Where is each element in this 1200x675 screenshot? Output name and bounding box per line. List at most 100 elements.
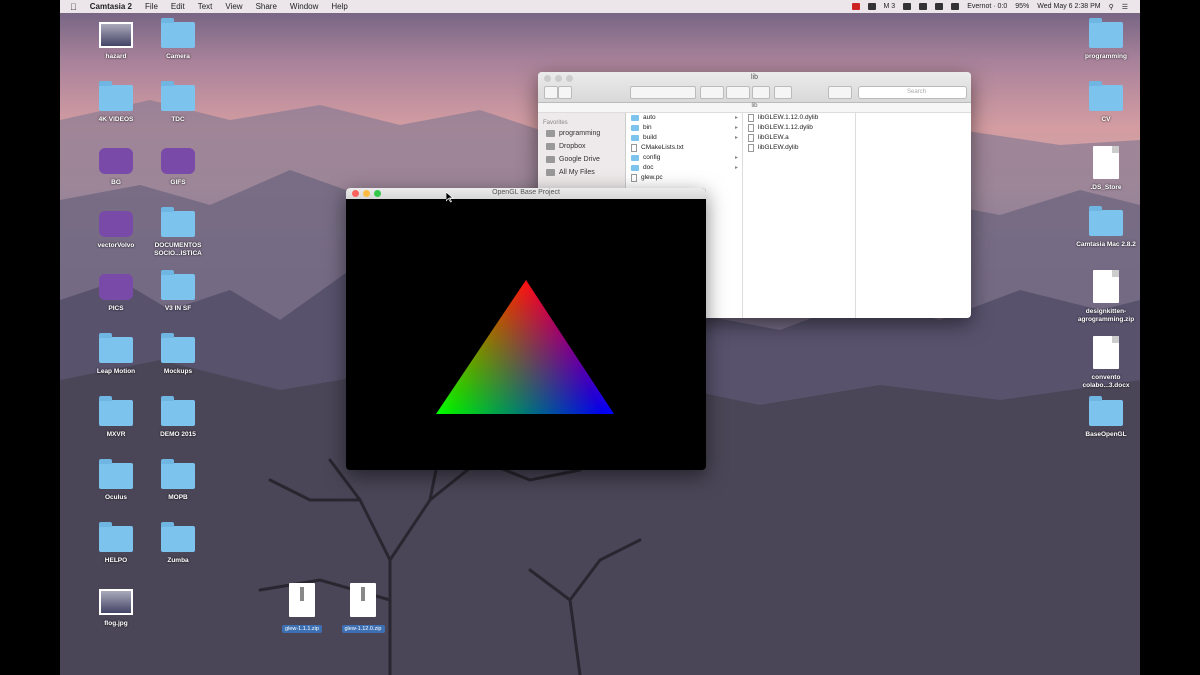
desktop-item[interactable]: HELPO: [84, 522, 148, 565]
menu-text[interactable]: Text: [198, 2, 213, 11]
clock[interactable]: Wed May 6 2:38 PM: [1037, 3, 1100, 10]
finder-row[interactable]: libGLEW.1.12.0.dylib: [743, 113, 855, 123]
desktop-file-glew-1-1-1[interactable]: glew-1.1.1.zip: [277, 583, 327, 635]
back-button[interactable]: [544, 86, 558, 99]
desktop-item[interactable]: convento colabo...3.docx: [1074, 336, 1138, 390]
finder-row[interactable]: config ▸: [626, 153, 742, 163]
opengl-window[interactable]: OpenGL Base Project: [346, 188, 706, 470]
desktop-item[interactable]: 4K VIDEOS: [84, 81, 148, 124]
status-user[interactable]: Evernot · 0:0: [967, 3, 1007, 10]
icon-label: MOPB: [168, 494, 188, 501]
desktop-item[interactable]: Camera: [146, 18, 210, 61]
desktop-item[interactable]: Camtasia Mac 2.8.2: [1074, 206, 1138, 249]
share-button[interactable]: [752, 86, 770, 99]
folder-icon: [1089, 18, 1123, 48]
menu-list-icon[interactable]: ☰: [1122, 3, 1128, 11]
icon-label: PICS: [108, 305, 124, 312]
battery-percent[interactable]: 95%: [1015, 3, 1029, 10]
desktop-item[interactable]: DEMO 2015: [146, 396, 210, 439]
record-icon[interactable]: [851, 3, 860, 10]
desktop-item[interactable]: designkitten-agrogramming.zip: [1074, 270, 1138, 324]
google-drive-icon: [546, 156, 555, 163]
desktop-item[interactable]: Mockups: [146, 333, 210, 376]
view-mode-buttons[interactable]: [630, 86, 696, 99]
desktop-item[interactable]: V3 IN SF: [146, 270, 210, 313]
file-icon: [631, 144, 637, 152]
desktop-item[interactable]: vectorVolvo: [84, 211, 148, 250]
forward-button[interactable]: [558, 86, 572, 99]
desktop-item[interactable]: Leap Motion: [84, 333, 148, 376]
icon-label: CV: [1101, 116, 1111, 123]
menu-help[interactable]: Help: [331, 2, 347, 11]
desktop-file-glew-1-12-0[interactable]: glew-1.12.0.zip: [338, 583, 388, 635]
desktop-item[interactable]: Oculus: [84, 459, 148, 502]
menu-edit[interactable]: Edit: [171, 2, 185, 11]
desktop-item[interactable]: DOCUMENTOS SOCIO...ISTICA: [146, 207, 210, 258]
finder-row[interactable]: libGLEW.a: [743, 133, 855, 143]
desktop:  Camtasia 2 File Edit Text View Share W…: [60, 0, 1140, 675]
menu-window[interactable]: Window: [290, 2, 318, 11]
menu-app-name[interactable]: Camtasia 2: [90, 2, 132, 11]
bluetooth-icon[interactable]: [919, 3, 928, 10]
chevron-right-icon: ▸: [734, 125, 738, 131]
desktop-item[interactable]: PICS: [84, 274, 148, 313]
search-icon[interactable]: ⚲: [1109, 3, 1114, 11]
icon-label: vectorVolvo: [97, 242, 135, 249]
desktop-item[interactable]: BG: [84, 148, 148, 187]
menu-file[interactable]: File: [145, 2, 158, 11]
dropbox-button[interactable]: [828, 86, 852, 99]
notification-icon[interactable]: [867, 3, 876, 10]
sidebar-item-google-drive[interactable]: Google Drive: [546, 156, 625, 163]
finder-row[interactable]: doc ▸: [626, 163, 742, 173]
desktop-item[interactable]: MOPB: [146, 459, 210, 502]
opengl-canvas[interactable]: [346, 199, 706, 470]
sync-icon[interactable]: [903, 3, 912, 10]
desktop-item[interactable]: CV: [1074, 81, 1138, 124]
desktop-item[interactable]: TDC: [146, 81, 210, 124]
search-field[interactable]: Search: [858, 86, 967, 99]
folder-icon: [99, 522, 133, 552]
app-icon: [99, 274, 133, 300]
sidebar-item-programming[interactable]: programming: [546, 130, 625, 137]
folder-icon: [631, 135, 639, 141]
folder-icon: [161, 207, 195, 237]
folder-icon: [546, 130, 555, 137]
folder-icon: [1089, 81, 1123, 111]
desktop-item[interactable]: GIFS: [146, 148, 210, 187]
tags-button[interactable]: [774, 86, 792, 99]
folder-icon: [631, 155, 639, 161]
desktop-item[interactable]: hazard: [84, 22, 148, 61]
desktop-item[interactable]: programming: [1074, 18, 1138, 61]
finder-row[interactable]: glew.pc: [626, 173, 742, 183]
icon-label: 4K VIDEOS: [98, 116, 134, 123]
desktop-item[interactable]: BaseOpenGL: [1074, 396, 1138, 439]
icon-label: Leap Motion: [96, 368, 136, 375]
desktop-item[interactable]: Zumba: [146, 522, 210, 565]
menu-share[interactable]: Share: [256, 2, 277, 11]
finder-row[interactable]: CMakeLists.txt: [626, 143, 742, 153]
sidebar-header: Favorites: [543, 120, 568, 126]
volume-icon[interactable]: [951, 3, 960, 10]
desktop-item[interactable]: MXVR: [84, 396, 148, 439]
action-gear-button[interactable]: [726, 86, 750, 99]
sidebar-item-all-my-files[interactable]: All My Files: [546, 169, 625, 176]
finder-row[interactable]: auto ▸: [626, 113, 742, 123]
opengl-title: OpenGL Base Project: [492, 189, 560, 196]
folder-icon: [99, 459, 133, 489]
menu-view[interactable]: View: [225, 2, 242, 11]
arrange-button[interactable]: [700, 86, 724, 99]
opengl-titlebar: OpenGL Base Project: [346, 188, 706, 199]
sidebar-item-dropbox[interactable]: Dropbox: [546, 143, 625, 150]
finder-row[interactable]: libGLEW.1.12.dylib: [743, 123, 855, 133]
finder-row[interactable]: bin ▸: [626, 123, 742, 133]
icon-label: Oculus: [104, 494, 128, 501]
finder-row[interactable]: libGLEW.dylib: [743, 143, 855, 153]
status-m[interactable]: M 3: [884, 3, 896, 10]
folder-icon: [161, 270, 195, 300]
desktop-item[interactable]: .DS_Store: [1074, 146, 1138, 192]
icon-label: V3 IN SF: [164, 305, 192, 312]
desktop-item[interactable]: flog.jpg: [84, 589, 148, 628]
wifi-icon[interactable]: [935, 3, 944, 10]
apple-menu-icon[interactable]: : [70, 2, 77, 12]
finder-row[interactable]: build ▸: [626, 133, 742, 143]
